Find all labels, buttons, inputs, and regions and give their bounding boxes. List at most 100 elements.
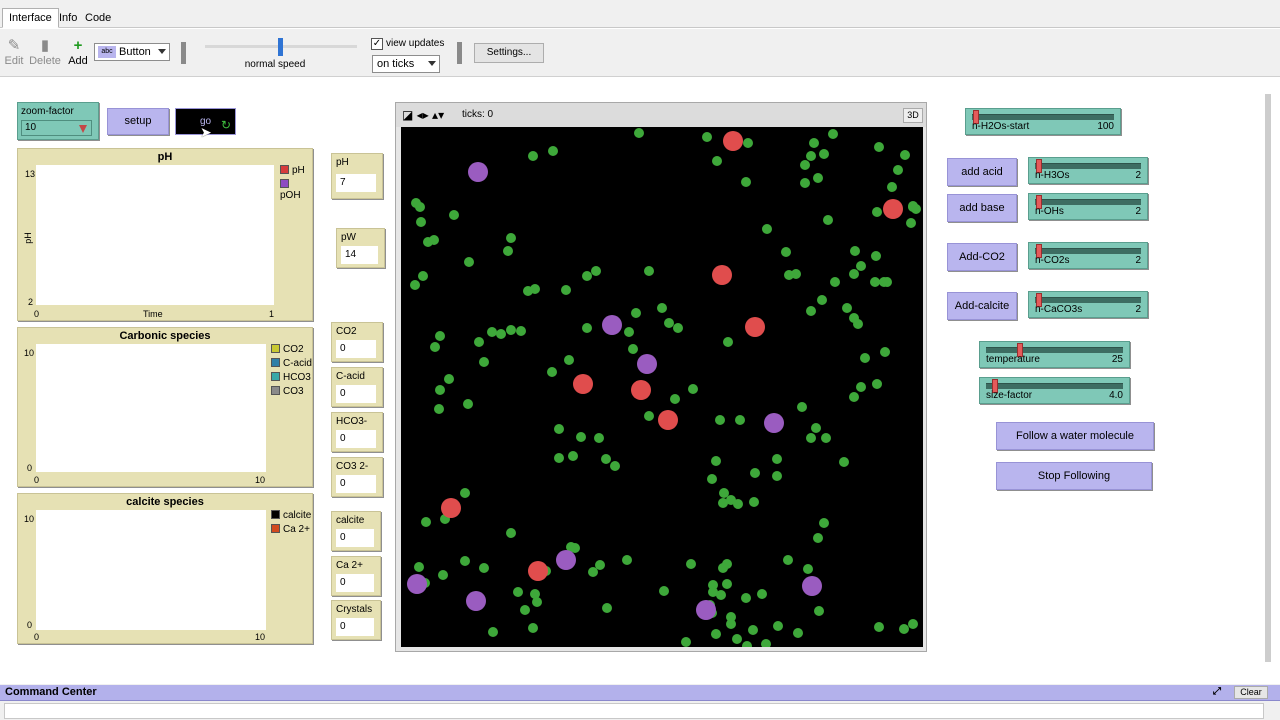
legend-item-c-acid: C-acid [271,358,312,369]
legend-item-co2: CO2 [271,344,304,355]
co2-monitor: CO2 0 [331,322,383,362]
command-input[interactable] [4,703,1264,719]
expand-icon[interactable]: ⤢ [1213,686,1221,697]
size-factor-slider[interactable]: size-factor 4.0 [979,377,1130,404]
follow-water-button[interactable]: Follow a water molecule [996,422,1154,450]
monitor-label: CO3 2- [336,461,369,472]
add-base-button[interactable]: add base [947,194,1017,222]
water-molecule [644,411,654,421]
water-molecule [791,269,801,279]
temperature-slider[interactable]: temperature 25 [979,341,1130,368]
update-mode-select[interactable]: on ticks [372,55,440,73]
setup-button[interactable]: setup [107,108,169,135]
slider-value: 25 [1111,354,1123,365]
view-control-icons[interactable]: ◪ ◂▸ ▴▾ [402,108,444,122]
water-molecule [411,198,421,208]
world-canvas[interactable] [401,127,923,647]
stop-following-button[interactable]: Stop Following [996,462,1152,490]
plot-title: Carbonic species [119,330,211,342]
water-molecule [813,533,823,543]
slider-label: n-H2Os-start [972,121,1030,132]
legend-label: CO3 [283,386,304,397]
view-updates-checkbox[interactable]: ✓ [371,38,383,50]
tab-interface[interactable]: Interface [2,8,59,28]
water-molecule [548,146,558,156]
water-molecule [800,160,810,170]
legend-item-co3: CO3 [271,386,304,397]
hydronium-ion [723,131,743,151]
water-molecule [893,165,903,175]
water-molecule [711,456,721,466]
trash-icon: ▮ [40,37,50,54]
hydroxide-ion [802,576,822,596]
x-max-label: 10 [255,632,266,642]
water-molecule [882,277,892,287]
clear-button[interactable]: Clear [1234,686,1268,699]
y-min-label: 0 [27,463,33,473]
hydroxide-ion [556,550,576,570]
slider-track[interactable] [1035,297,1141,303]
water-molecule [429,235,439,245]
water-molecule [762,224,772,234]
world-view: ◪ ◂▸ ▴▾ ticks: 0 3D [395,102,927,652]
n-ohs-slider[interactable]: n-OHs 2 [1028,193,1148,220]
water-molecule [421,517,431,527]
water-molecule [576,432,586,442]
slider-track[interactable] [1035,199,1141,205]
zoom-factor-chooser[interactable]: zoom-factor 10 [17,102,99,140]
chooser-value[interactable]: 10 [21,120,92,136]
n-co2s-slider[interactable]: n-CO2s 2 [1028,242,1148,269]
monitor-value: 0 [336,340,376,358]
water-molecule [806,433,816,443]
vertical-scrollbar[interactable] [1262,78,1274,676]
water-molecule [414,562,424,572]
delete-tool[interactable]: ▮ Delete [29,37,61,67]
widget-type-value: Button [119,46,151,58]
slider-track[interactable] [986,383,1123,389]
add-tool[interactable]: + Add [67,37,89,67]
toolbar: ✎ Edit ▮ Delete + Add abc Button normal … [0,29,1280,77]
slider-track[interactable] [972,114,1114,120]
water-molecule [839,457,849,467]
scrollbar-thumb[interactable] [1265,94,1271,662]
hydronium-ion [883,199,903,219]
hydronium-ion [712,265,732,285]
settings-button[interactable]: Settings... [474,43,544,63]
pencil-icon: ✎ [7,37,21,54]
n-h3os-slider[interactable]: n-H3Os 2 [1028,157,1148,184]
slider-track[interactable] [1035,248,1141,254]
add-co2-button[interactable]: Add-CO2 [947,243,1017,271]
hydroxide-ion [468,162,488,182]
water-molecule [772,454,782,464]
water-molecule [506,325,516,335]
water-molecule [520,605,530,615]
water-molecule [513,587,523,597]
widget-type-select[interactable]: abc Button [94,43,170,61]
add-calcite-button[interactable]: Add-calcite [947,292,1017,320]
water-molecule [811,423,821,433]
edit-tool[interactable]: ✎ Edit [3,37,25,67]
water-molecule [430,342,440,352]
n-h2os-start-slider[interactable]: n-H2Os-start 100 [965,108,1121,135]
x-max-label: 1 [269,309,275,319]
slider-track[interactable] [1035,163,1141,169]
legend-swatch [271,344,280,353]
speed-slider-knob[interactable] [278,38,283,56]
water-molecule [828,129,838,139]
tab-code[interactable]: Code [78,8,118,28]
legend-item-ca2: Ca 2+ [271,524,310,535]
hydronium-ion [441,498,461,518]
water-molecule [449,210,459,220]
water-molecule [496,329,506,339]
water-molecule [887,182,897,192]
slider-track[interactable] [986,347,1123,353]
calcite-monitor: calcite 0 [331,511,381,551]
add-acid-button[interactable]: add acid [947,158,1017,186]
3d-view-button[interactable]: 3D [903,108,923,123]
legend-swatch [271,524,280,533]
n-caco3s-slider[interactable]: n-CaCO3s 2 [1028,291,1148,318]
water-molecule [594,433,604,443]
water-molecule [856,382,866,392]
water-molecule [880,347,890,357]
water-molecule [474,337,484,347]
